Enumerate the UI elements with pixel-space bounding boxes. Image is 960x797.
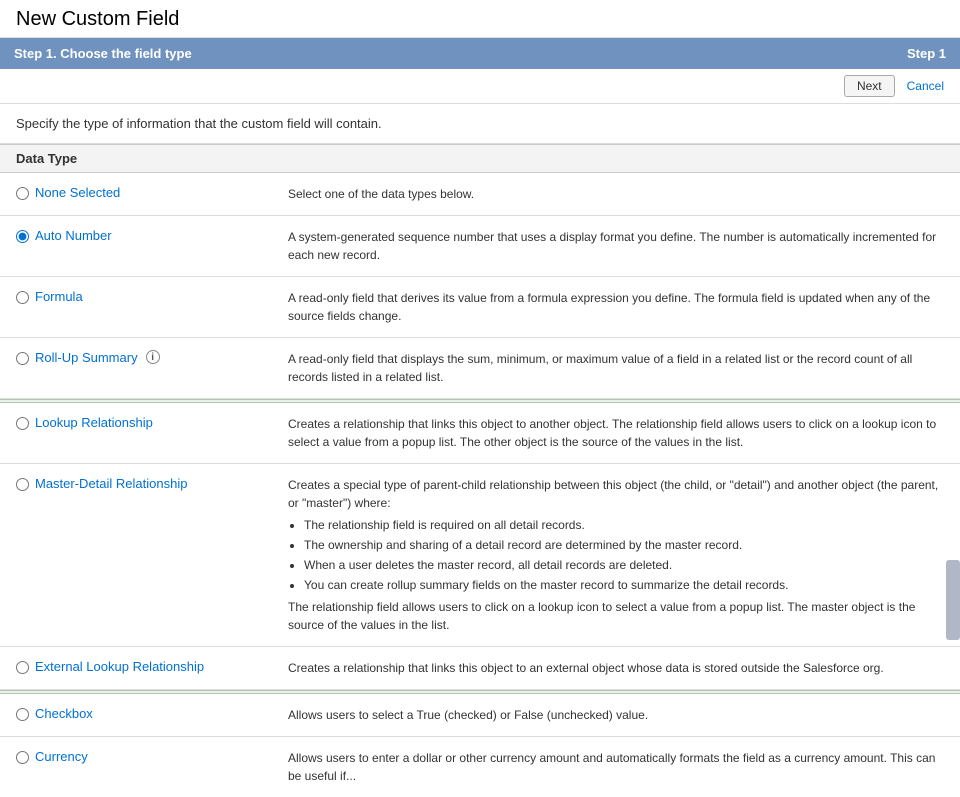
field-label-none-selected: None Selected — [0, 181, 280, 204]
table-row: Checkbox Allows users to select a True (… — [0, 694, 960, 737]
field-label-formula: Formula — [0, 285, 280, 308]
field-link-none-selected[interactable]: None Selected — [35, 185, 120, 200]
field-label-checkbox: Checkbox — [0, 702, 280, 725]
field-desc-currency: Allows users to enter a dollar or other … — [280, 745, 960, 789]
field-desc-auto-number: A system-generated sequence number that … — [280, 224, 960, 268]
field-desc-checkbox: Allows users to select a True (checked) … — [280, 702, 960, 728]
field-desc-rollup: A read-only field that displays the sum,… — [280, 346, 960, 390]
table-row: External Lookup Relationship Creates a r… — [0, 647, 960, 690]
field-label-rollup: Roll-Up Summary i — [0, 346, 280, 369]
field-desc-master-detail: Creates a special type of parent-child r… — [280, 472, 960, 638]
field-desc-external-lookup: Creates a relationship that links this o… — [280, 655, 960, 681]
field-link-lookup[interactable]: Lookup Relationship — [35, 415, 153, 430]
table-row: Auto Number A system-generated sequence … — [0, 216, 960, 277]
table-row: Currency Allows users to enter a dollar … — [0, 737, 960, 797]
field-link-formula[interactable]: Formula — [35, 289, 83, 304]
action-bar: Next Cancel — [0, 69, 960, 104]
table-row: None Selected Select one of the data typ… — [0, 173, 960, 216]
table-row: Roll-Up Summary i A read-only field that… — [0, 338, 960, 399]
field-label-currency: Currency — [0, 745, 280, 768]
field-link-master-detail[interactable]: Master-Detail Relationship — [35, 476, 187, 491]
field-label-master-detail: Master-Detail Relationship — [0, 472, 280, 495]
list-item: When a user deletes the master record, a… — [304, 556, 944, 574]
radio-none-selected[interactable] — [16, 187, 29, 200]
scrollbar[interactable] — [946, 560, 960, 640]
field-desc-lookup: Creates a relationship that links this o… — [280, 411, 960, 455]
table-row: Formula A read-only field that derives i… — [0, 277, 960, 338]
cancel-button[interactable]: Cancel — [903, 76, 948, 96]
radio-external-lookup[interactable] — [16, 661, 29, 674]
radio-master-detail[interactable] — [16, 478, 29, 491]
info-icon-rollup[interactable]: i — [146, 350, 160, 364]
radio-rollup[interactable] — [16, 352, 29, 365]
field-label-auto-number: Auto Number — [0, 224, 280, 247]
radio-formula[interactable] — [16, 291, 29, 304]
list-item: The relationship field is required on al… — [304, 516, 944, 534]
field-desc-none-selected: Select one of the data types below. — [280, 181, 960, 207]
field-link-currency[interactable]: Currency — [35, 749, 88, 764]
field-link-checkbox[interactable]: Checkbox — [35, 706, 93, 721]
step-header-title: Step 1. Choose the field type — [14, 46, 192, 61]
radio-auto-number[interactable] — [16, 230, 29, 243]
field-link-auto-number[interactable]: Auto Number — [35, 228, 112, 243]
step-number: Step 1 — [907, 46, 946, 61]
main-content: Data Type None Selected Select one of th… — [0, 144, 960, 797]
next-button[interactable]: Next — [844, 75, 895, 97]
list-item: The ownership and sharing of a detail re… — [304, 536, 944, 554]
table-row: Lookup Relationship Creates a relationsh… — [0, 403, 960, 464]
radio-checkbox[interactable] — [16, 708, 29, 721]
field-label-lookup: Lookup Relationship — [0, 411, 280, 434]
data-type-header: Data Type — [0, 144, 960, 173]
list-item: You can create rollup summary fields on … — [304, 576, 944, 594]
table-row: Master-Detail Relationship Creates a spe… — [0, 464, 960, 647]
page-title: New Custom Field — [0, 0, 960, 38]
field-link-rollup[interactable]: Roll-Up Summary — [35, 350, 138, 365]
description-text: Specify the type of information that the… — [0, 104, 960, 144]
radio-lookup[interactable] — [16, 417, 29, 430]
field-desc-formula: A read-only field that derives its value… — [280, 285, 960, 329]
radio-currency[interactable] — [16, 751, 29, 764]
step-header: Step 1. Choose the field type Step 1 — [0, 38, 960, 69]
